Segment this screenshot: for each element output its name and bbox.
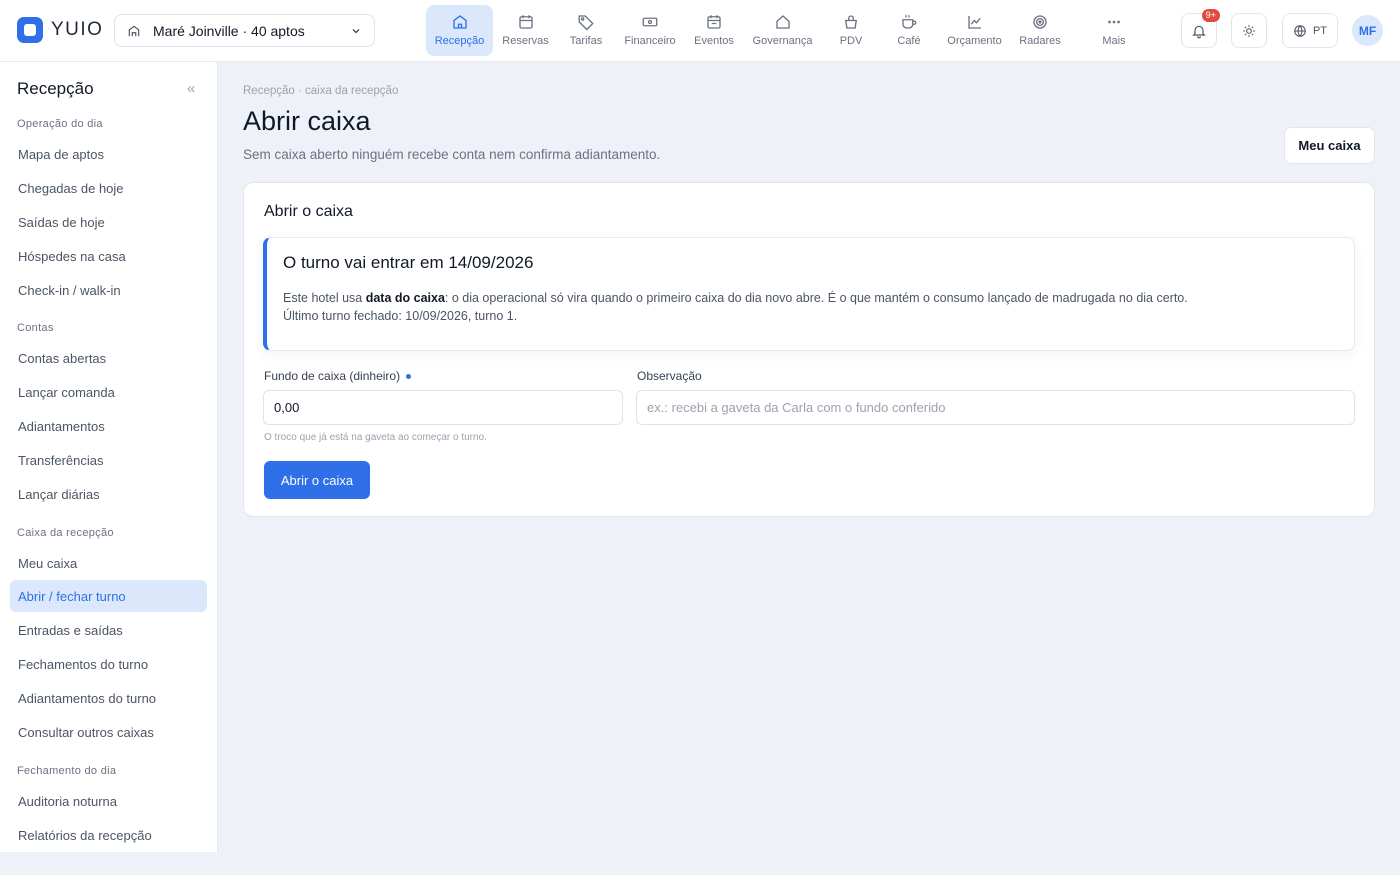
sidebar-item-chegadas[interactable]: Chegadas de hoje xyxy=(10,172,207,204)
nav-label: Radares xyxy=(1019,35,1061,47)
sidebar-item-adiantamentos-turno[interactable]: Adiantamentos do turno xyxy=(10,682,207,714)
page-title: Abrir caixa xyxy=(243,106,371,136)
language-label: PT xyxy=(1312,24,1327,37)
calendar-icon xyxy=(518,15,533,29)
sidebar-item-relatorios[interactable]: Relatórios da recepção xyxy=(10,819,207,851)
sidebar-item-outros-caixas[interactable]: Consultar outros caixas xyxy=(10,716,207,748)
top-right-actions: 9+ PT MF xyxy=(1180,9,1383,48)
nav-mais[interactable]: Mais xyxy=(1070,5,1158,56)
nav-label: Mais xyxy=(1102,35,1126,47)
nav-tarifas[interactable]: Tarifas xyxy=(558,5,614,56)
coffee-icon xyxy=(902,15,917,29)
observacao-input[interactable]: ex.: recebi a gaveta da Carla com o fund… xyxy=(636,390,1355,425)
page-subtitle: Sem caixa aberto ninguém recebe conta ne… xyxy=(243,147,661,162)
sidebar-item-transferencias[interactable]: Transferências xyxy=(10,444,207,476)
app-logo[interactable]: YUIO xyxy=(17,17,103,43)
language-button[interactable]: PT xyxy=(1281,13,1338,48)
abrir-caixa-card: Abrir o caixa O turno vai entrar em 14/0… xyxy=(243,182,1375,517)
nav-radares[interactable]: Radares xyxy=(1010,5,1070,56)
sidebar-item-mapa-de-aptos[interactable]: Mapa de aptos xyxy=(10,138,207,170)
fundo-caixa-label: Fundo de caixa (dinheiro) xyxy=(264,369,412,383)
sidebar-item-adiantamentos[interactable]: Adiantamentos xyxy=(10,410,207,442)
notice-body: Este hotel usa data do caixa: o dia oper… xyxy=(283,289,1188,325)
main-nav: Recepção Reservas Tarifas Financeiro Eve… xyxy=(426,5,1158,56)
fundo-caixa-hint: O troco que já está na gaveta ao começar… xyxy=(264,432,487,443)
sidebar-item-auditoria-noturna[interactable]: Auditoria noturna xyxy=(10,785,207,817)
nav-label: PDV xyxy=(839,35,863,47)
theme-toggle-button[interactable] xyxy=(1230,13,1267,48)
nav-label: Recepção xyxy=(434,35,485,47)
user-avatar[interactable]: MF xyxy=(1352,15,1383,46)
more-icon xyxy=(1108,20,1120,24)
house-icon xyxy=(775,15,790,29)
sidebar-section-label: Caixa da recepção xyxy=(17,527,114,539)
tag-icon xyxy=(578,15,594,31)
sidebar-section-label: Contas xyxy=(17,322,54,334)
nav-recepcao[interactable]: Recepção xyxy=(426,5,493,56)
sidebar-section-label: Operação do dia xyxy=(17,118,103,130)
nav-label: Tarifas xyxy=(569,35,603,47)
chevron-down-icon xyxy=(352,28,360,33)
home-icon xyxy=(452,15,467,29)
hotel-select-label: Maré Joinville · 40 aptos xyxy=(153,22,305,39)
sidebar-section-label: Fechamento do dia xyxy=(17,765,117,777)
calendar-event-icon xyxy=(707,15,721,29)
sidebar-item-checkin[interactable]: Check-in / walk-in xyxy=(10,274,207,306)
nav-eventos[interactable]: Eventos xyxy=(686,5,742,56)
required-dot-icon xyxy=(406,373,412,379)
sidebar-item-entradas-saidas[interactable]: Entradas e saídas xyxy=(10,614,207,646)
nav-label: Orçamento xyxy=(947,35,1002,47)
nav-pdv[interactable]: PDV xyxy=(823,5,879,56)
money-icon xyxy=(642,17,658,27)
notification-badge: 9+ xyxy=(1201,9,1220,22)
fundo-caixa-input[interactable]: 0,00 xyxy=(263,390,623,425)
observacao-label: Observação xyxy=(637,369,702,383)
nav-label: Café xyxy=(897,35,921,47)
nav-label: Reservas xyxy=(502,35,549,47)
shift-date-notice: O turno vai entrar em 14/09/2026 Este ho… xyxy=(263,237,1355,351)
sidebar-item-lancar-diarias[interactable]: Lançar diárias xyxy=(10,478,207,510)
top-bar: YUIO Maré Joinville · 40 aptos Recepção … xyxy=(0,0,1400,62)
notice-emphasis: data do caixa xyxy=(365,291,445,305)
building-icon xyxy=(128,25,140,36)
abrir-caixa-button[interactable]: Abrir o caixa xyxy=(264,461,370,499)
collapse-sidebar-icon[interactable]: « xyxy=(187,80,195,97)
logo-mark-icon xyxy=(17,17,43,43)
notice-line-1: Este hotel usa data do caixa: o dia oper… xyxy=(283,291,1188,305)
notifications-button[interactable]: 9+ xyxy=(1180,9,1220,48)
sidebar-item-abrir-fechar-turno[interactable]: Abrir / fechar turno xyxy=(10,580,207,612)
sidebar: Recepção « Operação do dia Mapa de aptos… xyxy=(0,62,218,852)
nav-label: Governança xyxy=(752,35,813,47)
sidebar-item-contas-abertas[interactable]: Contas abertas xyxy=(10,342,207,374)
nav-label: Financeiro xyxy=(624,35,676,47)
nav-reservas[interactable]: Reservas xyxy=(493,5,558,56)
nav-orcamento[interactable]: Orçamento xyxy=(939,5,1010,56)
basket-icon xyxy=(844,15,858,29)
sun-icon xyxy=(1243,24,1255,37)
sidebar-item-hospedes[interactable]: Hóspedes na casa xyxy=(10,240,207,272)
hotel-select[interactable]: Maré Joinville · 40 aptos xyxy=(114,14,375,47)
card-title: Abrir o caixa xyxy=(264,203,353,220)
chart-line-icon xyxy=(967,16,981,29)
sidebar-title: Recepção xyxy=(17,79,94,98)
notice-title: O turno vai entrar em 14/09/2026 xyxy=(283,253,534,272)
radar-icon xyxy=(1033,15,1047,29)
sidebar-item-fechamentos-turno[interactable]: Fechamentos do turno xyxy=(10,648,207,680)
sidebar-item-lancar-comanda[interactable]: Lançar comanda xyxy=(10,376,207,408)
breadcrumb: Recepção · caixa da recepção xyxy=(243,85,399,97)
app-name: YUIO xyxy=(51,19,104,40)
globe-icon xyxy=(1294,24,1306,37)
nav-financeiro[interactable]: Financeiro xyxy=(614,5,686,56)
nav-cafe[interactable]: Café xyxy=(879,5,939,56)
nav-label: Eventos xyxy=(694,35,734,47)
meu-caixa-button[interactable]: Meu caixa xyxy=(1284,127,1375,164)
sidebar-item-saidas[interactable]: Saídas de hoje xyxy=(10,206,207,238)
nav-governanca[interactable]: Governança xyxy=(742,5,823,56)
sidebar-item-meu-caixa[interactable]: Meu caixa xyxy=(10,547,207,579)
bell-icon xyxy=(1192,25,1206,38)
notice-line-2: Último turno fechado: 10/09/2026, turno … xyxy=(283,309,518,323)
